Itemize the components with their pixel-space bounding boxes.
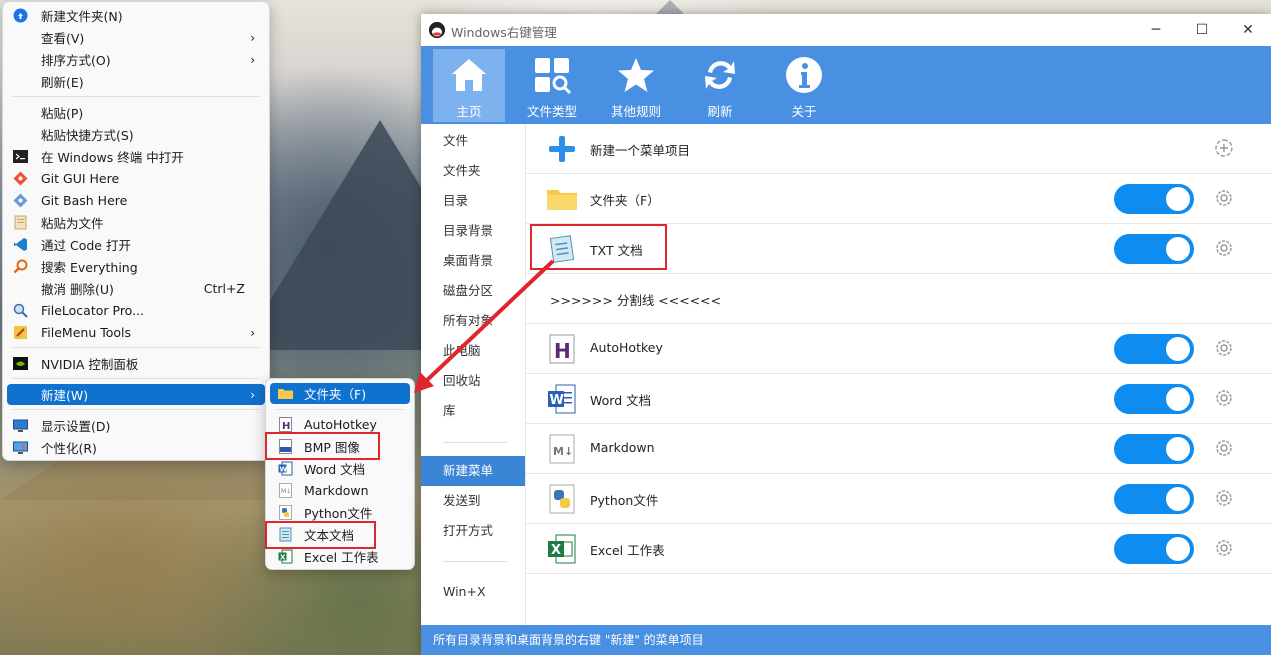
annotation-arrow — [414, 259, 555, 393]
